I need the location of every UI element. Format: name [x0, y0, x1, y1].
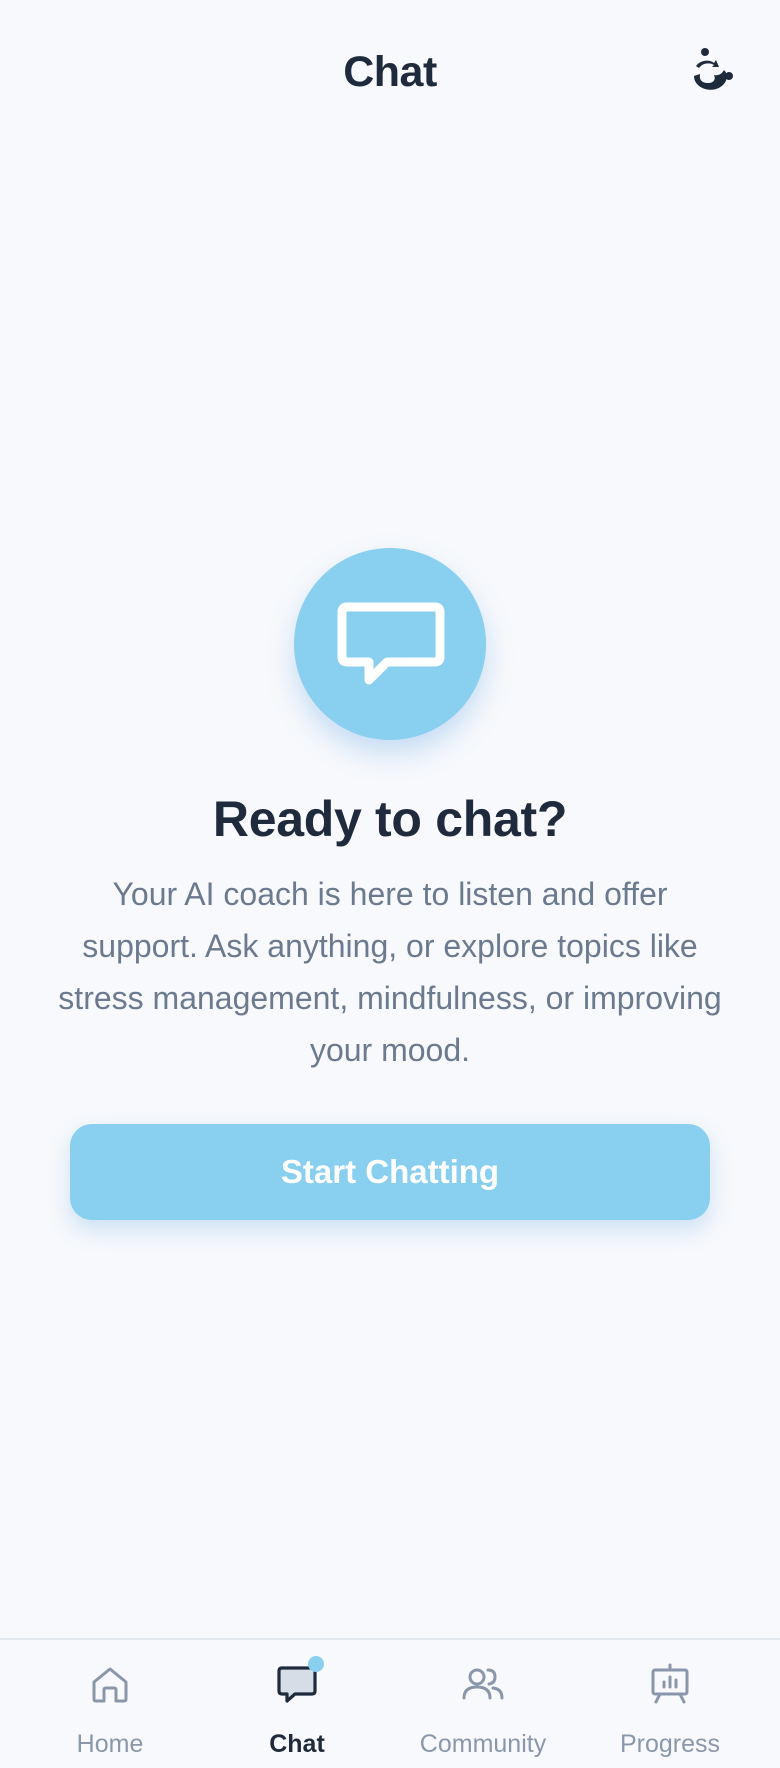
chat-hero-badge [294, 548, 486, 740]
nav-item-progress[interactable]: Progress [590, 1640, 750, 1768]
empty-state-title: Ready to chat? [212, 791, 568, 847]
nav-label-progress: Progress [619, 1730, 721, 1758]
progress-icon [651, 1663, 689, 1704]
page-title: Chat [343, 48, 437, 96]
nav-label-community: Community [419, 1730, 547, 1758]
header: Chat [0, 0, 780, 150]
chat-bubble-icon [337, 602, 445, 685]
nav-label-home: Home [76, 1730, 144, 1758]
brand-logo-icon[interactable] [686, 46, 736, 96]
chat-notification-dot [308, 1656, 324, 1672]
community-icon [462, 1668, 504, 1700]
chat-screen: Chat Ready to chat? Your AI coach is her… [0, 0, 780, 1768]
nav-item-home[interactable]: Home [30, 1640, 190, 1768]
start-chatting-button[interactable]: Start Chatting [70, 1124, 710, 1220]
bottom-nav: Home Chat Community Progress [0, 1638, 780, 1768]
home-icon [92, 1667, 128, 1703]
empty-state-description: Your AI coach is here to listen and offe… [58, 876, 722, 1068]
nav-item-community[interactable]: Community [403, 1640, 563, 1768]
nav-label-chat: Chat [269, 1730, 325, 1758]
nav-item-chat[interactable]: Chat [217, 1640, 377, 1768]
